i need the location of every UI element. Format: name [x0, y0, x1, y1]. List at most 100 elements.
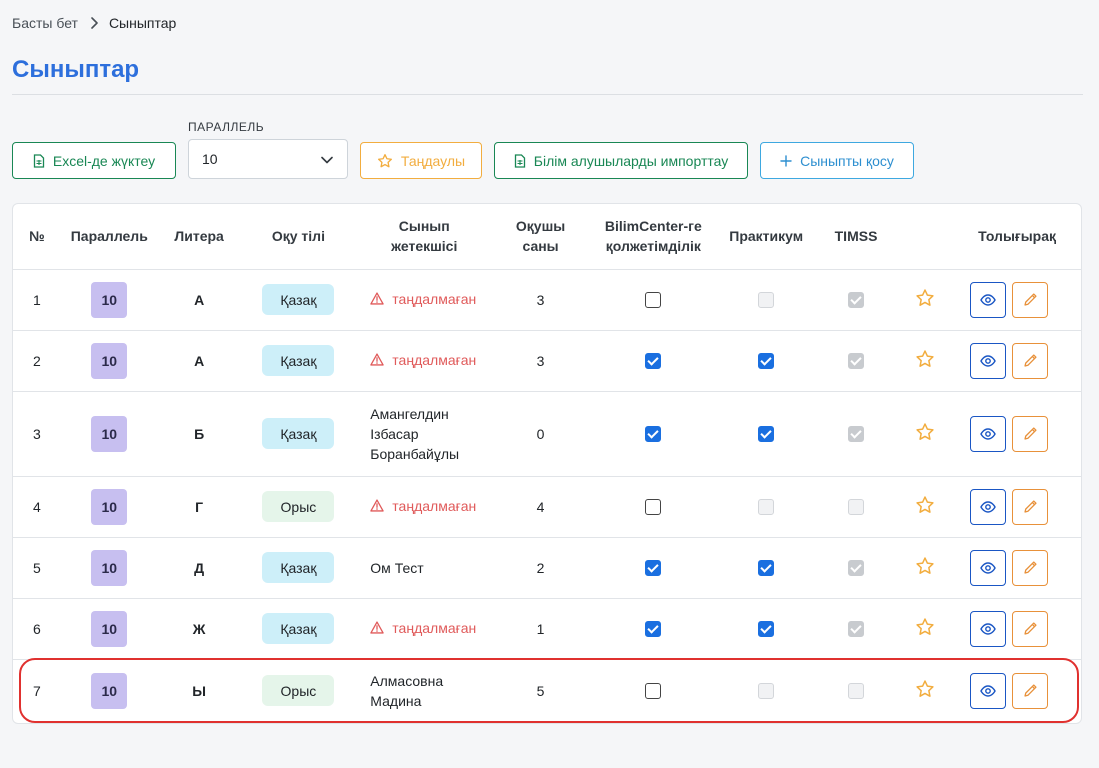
cell-litera: Д	[157, 537, 241, 599]
view-button[interactable]	[970, 672, 1007, 709]
add-class-button[interactable]: Сыныпты қосу	[760, 142, 914, 179]
cell-language: Орыс	[241, 659, 357, 722]
leader-not-selected: таңдалмаған	[370, 350, 476, 370]
bilimcenter-checkbox[interactable]	[645, 292, 662, 309]
language-badge: Орыс	[262, 675, 335, 707]
cell-num: 7	[33, 682, 41, 699]
excel-download-button[interactable]: Excel-де жүктеу	[12, 142, 176, 179]
leader-name-line: Амангелдин	[370, 405, 449, 422]
page-title: Сыныптар	[12, 56, 140, 83]
cell-timss	[814, 598, 898, 660]
breadcrumb-home-link[interactable]: Басты бет	[12, 15, 78, 31]
header-timss: TIMSS	[814, 204, 898, 270]
cell-num: 6	[13, 598, 61, 660]
view-button[interactable]	[970, 342, 1007, 379]
edit-button[interactable]	[1012, 415, 1049, 452]
cell-favorite	[897, 598, 954, 660]
edit-button[interactable]	[1012, 610, 1049, 647]
plus-icon	[780, 154, 792, 167]
star-icon[interactable]	[915, 349, 935, 369]
eye-icon	[980, 500, 996, 513]
edit-button[interactable]	[1012, 281, 1049, 318]
cell-praktikum	[718, 659, 815, 722]
view-button[interactable]	[970, 488, 1007, 525]
cell-student-count: 1	[492, 598, 589, 660]
header-bilimcenter: BilimCenter-ге қолжетімділік	[588, 204, 718, 270]
eye-icon	[980, 354, 996, 367]
cell-num: 2	[13, 330, 61, 392]
cell-num: 4	[13, 476, 61, 538]
cell-details	[953, 269, 1081, 331]
star-icon[interactable]	[915, 617, 935, 637]
header-language[interactable]: Оқу тілі	[240, 204, 357, 270]
star-icon[interactable]	[915, 495, 935, 515]
star-icon[interactable]	[915, 556, 935, 576]
edit-button[interactable]	[1012, 549, 1049, 586]
header-leader[interactable]: Сынып жетекшісі	[356, 204, 493, 270]
header-num[interactable]: №	[13, 204, 61, 270]
table-row: 2 10 А Қазақ таңдалмаған 3	[13, 330, 1081, 392]
parallel-select[interactable]: 10	[188, 139, 348, 179]
language-badge: Орыс	[262, 491, 335, 522]
edit-button[interactable]	[1012, 342, 1049, 379]
praktikum-checkbox[interactable]	[758, 426, 775, 443]
header-litera[interactable]: Литера	[157, 204, 241, 270]
language-badge: Қазақ	[262, 418, 335, 449]
bilimcenter-checkbox[interactable]	[645, 560, 662, 577]
cell-timss	[814, 391, 898, 477]
bilimcenter-checkbox[interactable]	[645, 426, 662, 443]
praktikum-checkbox[interactable]	[758, 621, 775, 638]
star-icon[interactable]	[915, 679, 935, 699]
table-row: 1 10 А Қазақ таңдалмаған 3	[13, 269, 1081, 331]
language-badge: Қазақ	[262, 552, 335, 583]
bilimcenter-checkbox[interactable]	[645, 353, 662, 370]
cell-praktikum	[717, 391, 815, 477]
parallel-badge: 10	[91, 672, 128, 709]
header-student-count[interactable]: Оқушы саны	[492, 204, 589, 270]
header-leader-line1: Сынып	[398, 218, 450, 235]
cell-leader: таңдалмаған	[356, 330, 493, 392]
cell-parallel: 10	[60, 598, 158, 660]
favorites-button[interactable]: Таңдаулы	[360, 142, 482, 179]
bilimcenter-checkbox[interactable]	[645, 683, 662, 700]
cell-bilimcenter	[588, 269, 718, 331]
cell-parallel: 10	[60, 330, 158, 392]
praktikum-checkbox[interactable]	[758, 353, 775, 370]
view-button[interactable]	[970, 415, 1007, 452]
praktikum-checkbox[interactable]	[758, 560, 775, 577]
cell-timss	[815, 659, 898, 722]
cell-leader: таңдалмаған	[356, 476, 493, 538]
parallel-badge: 10	[91, 488, 128, 525]
bilimcenter-checkbox[interactable]	[645, 499, 662, 516]
leader-name-line: Боранбайұлы	[370, 445, 460, 462]
view-button[interactable]	[970, 549, 1007, 586]
view-button[interactable]	[970, 610, 1007, 647]
import-students-button[interactable]: Білім алушыларды импорттау	[494, 142, 748, 179]
eye-icon	[980, 427, 996, 440]
cell-praktikum	[717, 537, 815, 599]
cell-language: Орыс	[240, 476, 357, 538]
table-row: 5 10 Д Қазақ Ом Тест 2	[13, 537, 1081, 599]
cell-favorite	[897, 269, 954, 331]
cell-language: Қазақ	[240, 330, 357, 392]
cell-praktikum	[717, 598, 815, 660]
header-parallel[interactable]: Параллель	[60, 204, 158, 270]
timss-checkbox	[848, 683, 865, 700]
parallel-badge: 10	[91, 610, 128, 647]
language-badge: Қазақ	[262, 345, 335, 376]
header-praktikum: Практикум	[717, 204, 815, 270]
bilimcenter-checkbox[interactable]	[645, 621, 662, 638]
excel-download-label: Excel-де жүктеу	[52, 152, 156, 169]
view-button[interactable]	[970, 281, 1007, 318]
edit-button[interactable]	[1012, 488, 1049, 525]
edit-button[interactable]	[1012, 672, 1049, 709]
leader-not-selected: таңдалмаған	[370, 496, 476, 516]
star-icon[interactable]	[915, 422, 935, 442]
cell-favorite	[897, 391, 954, 477]
header-favorite	[897, 204, 954, 270]
leader-not-selected-text: таңдалмаған	[392, 497, 477, 514]
table-row: 4 10 Г Орыс таңдалмаған 4	[13, 476, 1081, 538]
cell-litera: Г	[157, 476, 241, 538]
leader-name-line: Алмасовна	[370, 672, 444, 689]
star-icon[interactable]	[915, 288, 935, 308]
